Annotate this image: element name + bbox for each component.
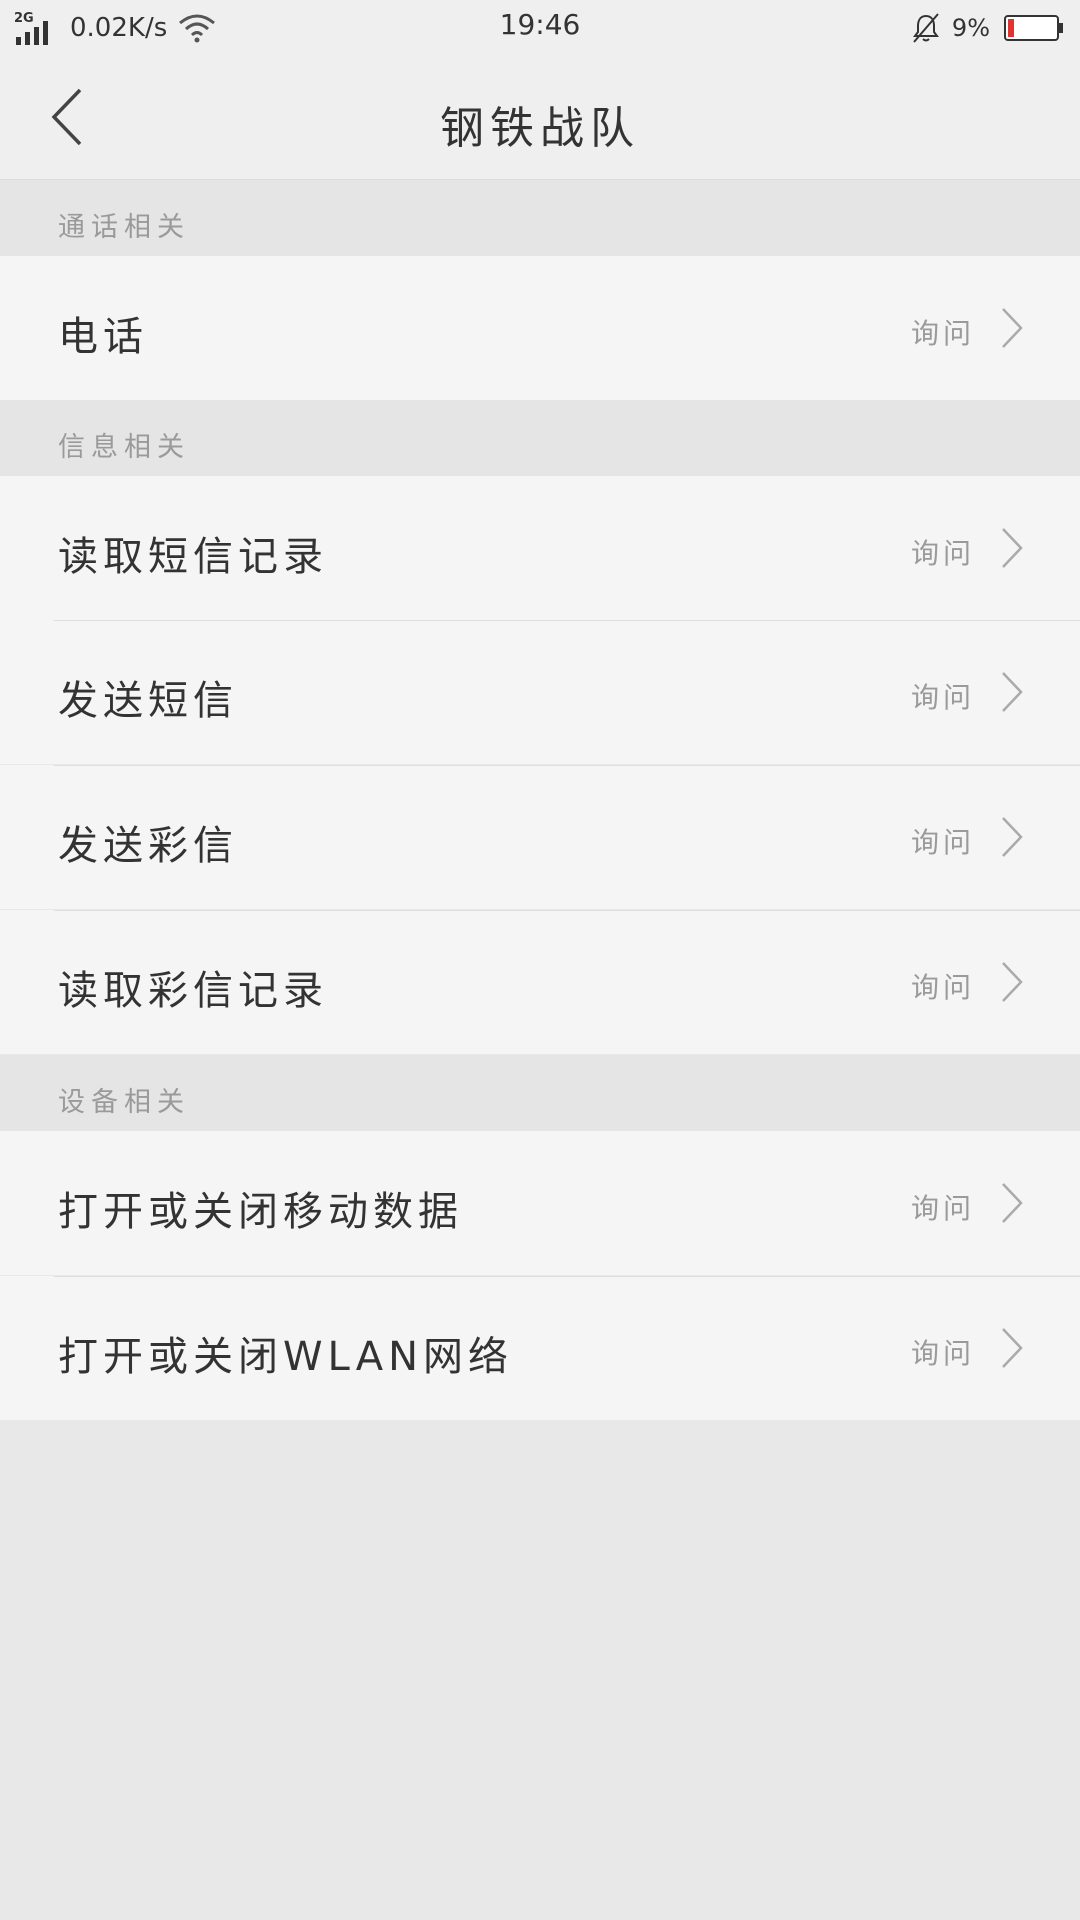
section-title: 信息相关	[58, 432, 190, 463]
chevron-right-icon	[1002, 528, 1023, 568]
permission-label: 发送短信	[58, 678, 238, 724]
permission-row-read-mms[interactable]: 读取彩信记录 询问	[0, 910, 1080, 1054]
app-header: 钢铁战队	[0, 54, 1080, 180]
chevron-right-icon	[1002, 817, 1023, 857]
permission-value: 询问	[910, 1192, 975, 1225]
permission-label: 读取彩信记录	[58, 968, 328, 1014]
chevron-right-icon	[1002, 962, 1023, 1002]
permission-label: 电话	[58, 314, 148, 360]
chevron-right-icon	[1002, 1328, 1023, 1368]
permission-row-mobile-data[interactable]: 打开或关闭移动数据 询问	[0, 1131, 1080, 1275]
section-header-device: 设备相关	[0, 1055, 1080, 1132]
status-bar: 2G 0.02K/s 19:46 9%	[0, 0, 1080, 54]
permission-value: 询问	[910, 317, 975, 350]
section-title: 设备相关	[58, 1087, 190, 1118]
permission-value: 询问	[910, 971, 975, 1004]
permission-label: 打开或关闭移动数据	[58, 1189, 463, 1235]
permission-value: 询问	[910, 537, 975, 570]
row-divider	[54, 765, 1080, 766]
section-title: 通话相关	[58, 212, 190, 243]
chevron-right-icon	[1002, 672, 1023, 712]
permission-label: 发送彩信	[58, 823, 238, 869]
permission-row-read-sms[interactable]: 读取短信记录 询问	[0, 476, 1080, 620]
permission-value: 询问	[910, 1337, 975, 1370]
battery-percent: 9%	[951, 14, 990, 42]
chevron-right-icon	[1002, 1183, 1023, 1223]
row-divider	[54, 1276, 1080, 1277]
permission-label: 打开或关闭WLAN网络	[58, 1334, 514, 1380]
section-header-call: 通话相关	[0, 180, 1080, 257]
permission-value: 询问	[910, 826, 975, 859]
bell-muted-icon	[912, 13, 939, 43]
empty-area	[0, 1420, 1080, 1920]
permission-label: 读取短信记录	[58, 534, 328, 580]
permission-row-phone[interactable]: 电话 询问	[0, 256, 1080, 400]
status-right: 9%	[910, 8, 1064, 48]
permission-row-send-sms[interactable]: 发送短信 询问	[0, 620, 1080, 764]
chevron-right-icon	[1002, 308, 1023, 348]
section-header-messages: 信息相关	[0, 400, 1080, 477]
row-divider	[54, 620, 1080, 621]
permission-value: 询问	[910, 681, 975, 714]
permission-row-wlan[interactable]: 打开或关闭WLAN网络 询问	[0, 1276, 1080, 1420]
row-divider	[54, 910, 1080, 911]
permission-row-send-mms[interactable]: 发送彩信 询问	[0, 765, 1080, 909]
battery-icon	[1004, 15, 1063, 41]
page-title: 钢铁战队	[440, 103, 640, 154]
